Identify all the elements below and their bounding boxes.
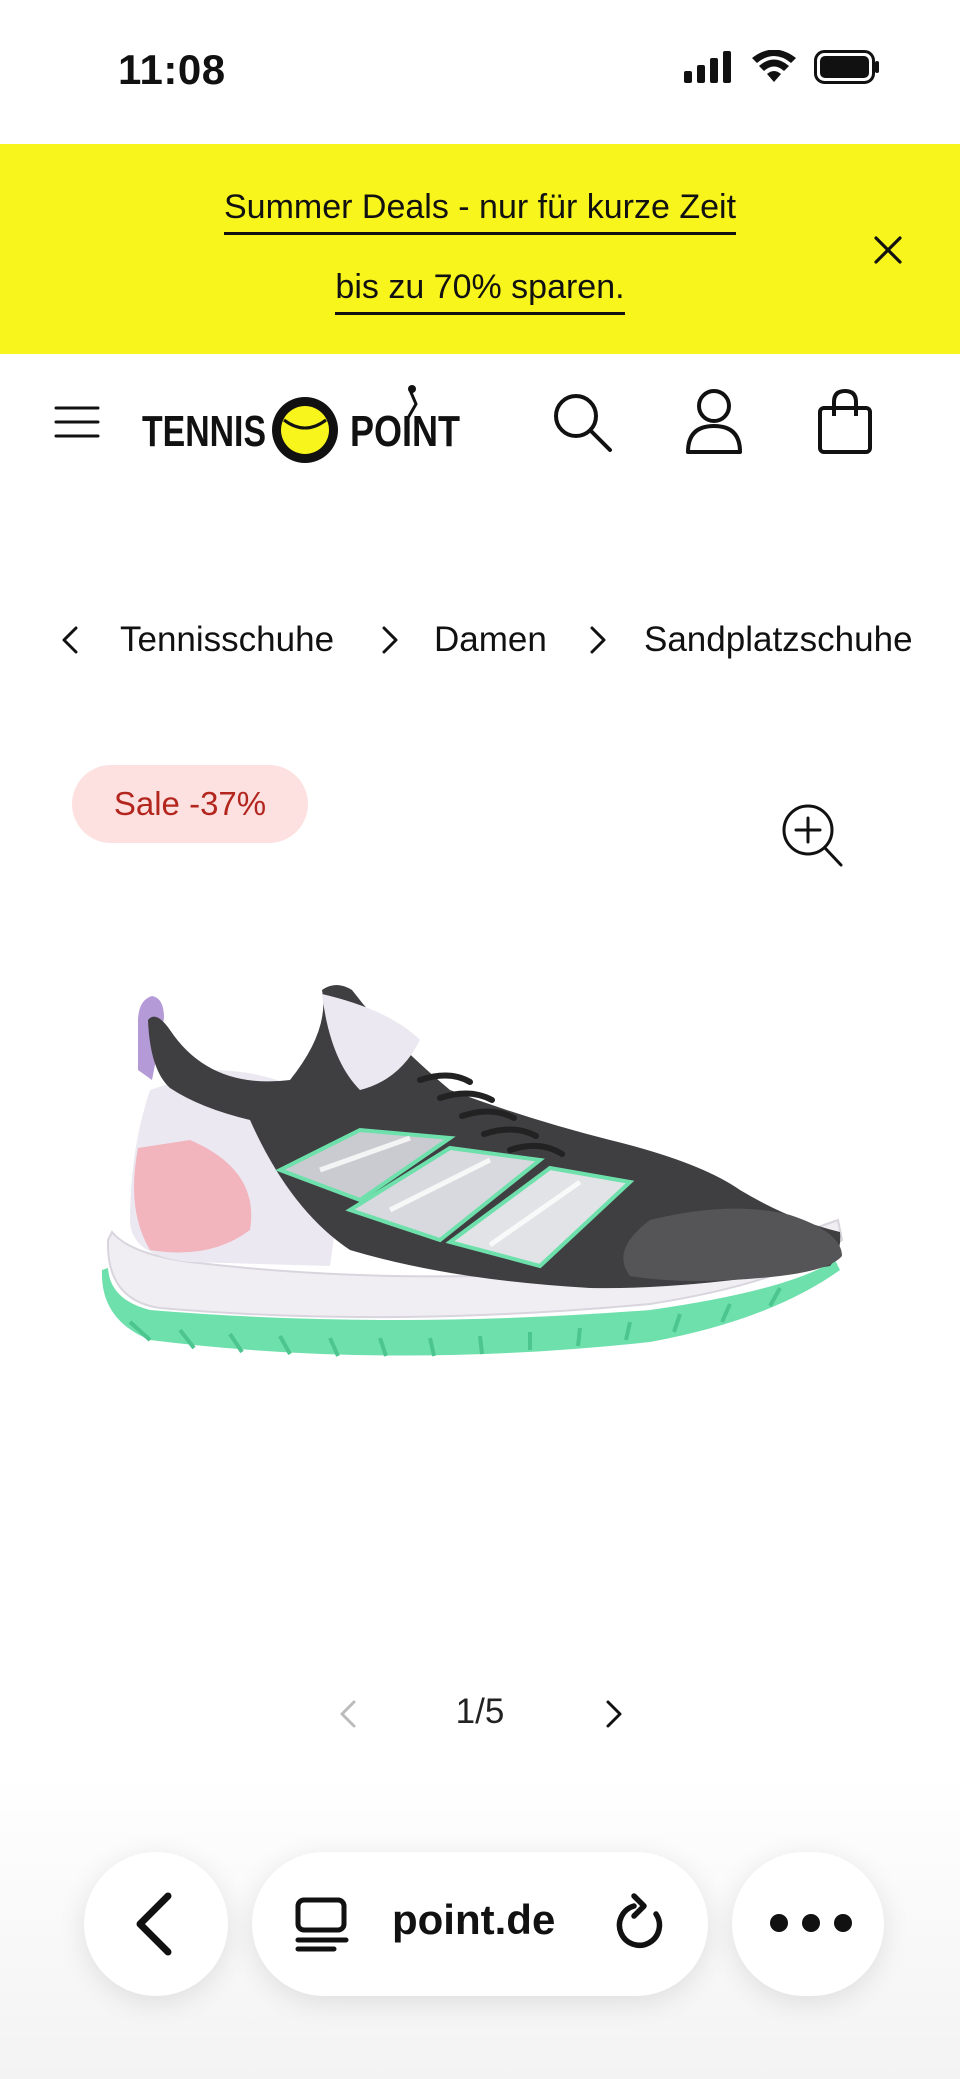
promo-banner: Summer Deals - nur für kurze Zeit bis zu… [0,144,960,354]
chevron-left-icon [136,1892,172,1956]
chevron-right-icon[interactable] [598,1694,628,1734]
product-image[interactable] [90,970,850,1390]
promo-link-summer-deals[interactable]: Summer Deals - nur für kurze Zeit [223,188,737,235]
search-icon[interactable] [550,390,614,454]
promo-link-savings[interactable]: bis zu 70% sparen. [335,268,625,315]
breadcrumb: Tennisschuhe Damen Sandplatzschuhe [0,600,960,680]
chevron-right-icon [382,626,398,654]
browser-back-button[interactable] [84,1852,228,1996]
wifi-icon [752,50,796,82]
close-icon[interactable] [868,230,908,270]
site-header: TENNIS POINT [0,354,960,494]
zoom-in-icon[interactable] [780,802,844,868]
reload-icon[interactable] [612,1892,670,1956]
address-bar[interactable]: point.de [252,1852,708,1996]
breadcrumb-item-sandplatzschuhe[interactable]: Sandplatzschuhe [644,620,914,660]
account-icon[interactable] [684,388,744,454]
svg-text:POINT: POINT [350,407,460,456]
signal-icon [684,51,731,83]
status-icons [684,50,880,84]
menu-icon[interactable] [54,404,100,440]
status-bar: 11:08 [0,0,960,144]
chevron-right-icon [590,626,606,654]
image-pager: 1/5 [0,1680,960,1750]
battery-icon [814,50,879,84]
status-time: 11:08 [118,46,226,93]
sale-badge: Sale -37% [72,765,308,843]
more-icon [770,1914,852,1932]
chevron-left-icon[interactable] [56,620,86,660]
tennis-point-logo[interactable]: TENNIS POINT [142,384,462,470]
breadcrumb-item-tennisschuhe[interactable]: Tennisschuhe [120,620,334,660]
image-counter: 1/5 [455,1692,505,1731]
bag-icon[interactable] [816,388,874,454]
more-button[interactable] [732,1852,884,1996]
url-text[interactable]: point.de [392,1896,555,1944]
breadcrumb-item-damen[interactable]: Damen [434,620,547,660]
tabs-icon[interactable] [294,1896,350,1952]
svg-text:TENNIS: TENNIS [142,407,266,456]
